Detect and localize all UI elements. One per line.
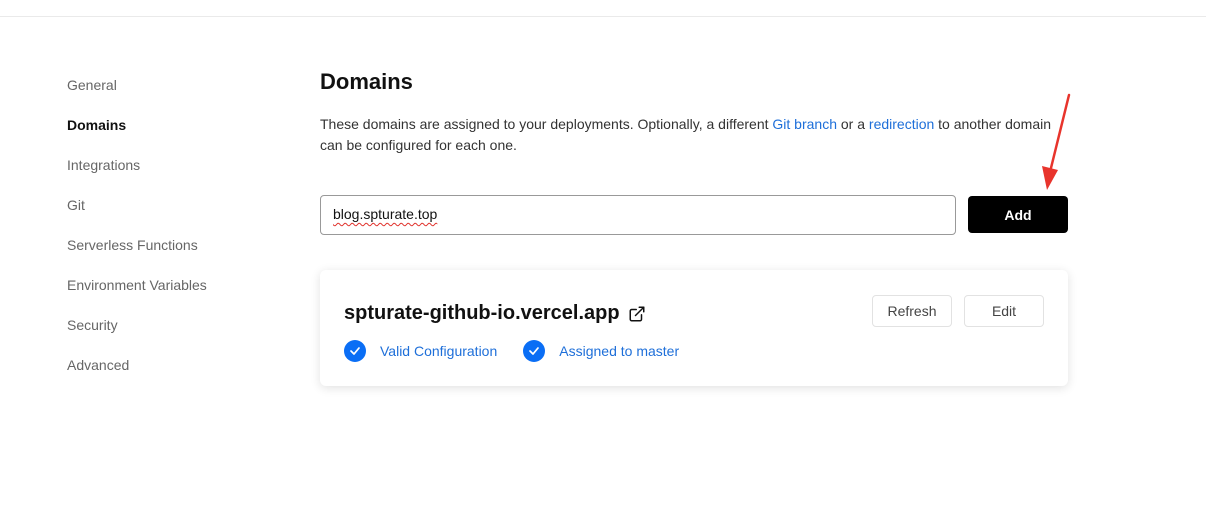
sidebar-item-domains[interactable]: Domains [67,114,267,154]
sidebar-item-security[interactable]: Security [67,314,267,354]
domain-card: spturate-github-io.vercel.app Refresh Ed… [320,270,1068,386]
status-label[interactable]: Valid Configuration [380,343,497,359]
sidebar-item-integrations[interactable]: Integrations [67,154,267,194]
settings-sidebar: General Domains Integrations Git Serverl… [67,74,267,394]
domain-name-link[interactable]: spturate-github-io.vercel.app [344,302,646,325]
sidebar-item-git[interactable]: Git [67,194,267,234]
sidebar-item-advanced[interactable]: Advanced [67,354,267,394]
external-link-icon[interactable] [628,305,646,323]
page-description: These domains are assigned to your deplo… [320,114,1060,156]
domain-input[interactable] [320,195,956,235]
description-text: or a [837,116,869,132]
redirection-link[interactable]: redirection [869,116,934,132]
domain-name: spturate-github-io.vercel.app [344,302,620,324]
status-valid-configuration: Valid Configuration [344,340,497,362]
edit-button[interactable]: Edit [964,295,1044,327]
sidebar-item-environment-variables[interactable]: Environment Variables [67,274,267,314]
git-branch-link[interactable]: Git branch [772,116,837,132]
add-domain-form: blog.spturate.top Add [320,195,1068,235]
page-title: Domains [320,69,413,94]
add-domain-button[interactable]: Add [968,196,1068,233]
sidebar-item-serverless-functions[interactable]: Serverless Functions [67,234,267,274]
domains-section: Domains These domains are assigned to yo… [320,66,1070,386]
sidebar-item-general[interactable]: General [67,74,267,114]
domain-status-row: Valid Configuration Assigned to master [344,340,705,362]
description-text: These domains are assigned to your deplo… [320,116,773,132]
check-circle-icon [523,340,546,362]
domain-actions: Refresh Edit [872,295,1044,327]
check-circle-icon [344,340,366,362]
status-assigned-branch: Assigned to master [523,340,679,362]
top-divider [0,16,1206,17]
refresh-button[interactable]: Refresh [872,295,952,327]
status-label[interactable]: Assigned to master [559,343,679,359]
